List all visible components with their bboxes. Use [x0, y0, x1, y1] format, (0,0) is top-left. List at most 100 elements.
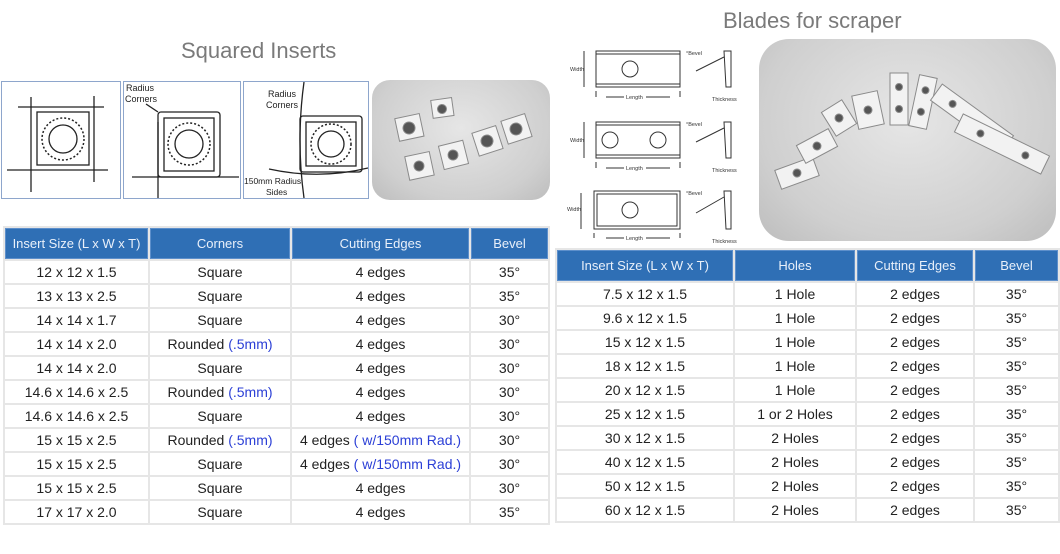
- header-cutting-edges: Cutting Edges: [292, 228, 469, 259]
- cell-bevel: 35°: [975, 475, 1058, 497]
- corners-value: Square: [197, 264, 243, 280]
- 150mm-radius-label: 150mm Radius: [244, 176, 301, 186]
- corners-value: Square: [197, 456, 243, 472]
- corners-value: Rounded: [167, 432, 225, 448]
- width-label: Width: [567, 207, 581, 213]
- cell-insert-size: 13 x 13 x 2.5: [5, 285, 148, 307]
- radius-corner-drawing: Radius Corners: [125, 83, 239, 198]
- cell-bevel: 35°: [975, 403, 1058, 425]
- table-row: 12 x 12 x 1.5 Square 4 edges 35°: [5, 261, 548, 283]
- squared-inserts-photo: [372, 80, 550, 200]
- cell-cutting-edges: 4 edges: [292, 381, 469, 403]
- cell-cutting-edges: 2 edges: [857, 475, 973, 497]
- table-row: 14.6 x 14.6 x 2.5 Rounded (.5mm) 4 edges 30…: [5, 381, 548, 403]
- header-bevel: Bevel: [471, 228, 548, 259]
- cell-insert-size: 14.6 x 14.6 x 2.5: [5, 381, 148, 403]
- cell-insert-size: 50 x 12 x 1.5: [557, 475, 733, 497]
- cell-insert-size: 9.6 x 12 x 1.5: [557, 307, 733, 329]
- corners-value: Rounded: [167, 384, 225, 400]
- cell-cutting-edges: 4 edges: [292, 285, 469, 307]
- table-row: 15 x 15 x 2.5 Square 4 edges 30°: [5, 477, 548, 499]
- cell-bevel: 35°: [975, 427, 1058, 449]
- cell-cutting-edges: 4 edges: [292, 309, 469, 331]
- diagram-square-corners: [1, 81, 121, 199]
- cell-bevel: 30°: [471, 309, 548, 331]
- edges-value: 4 edges: [355, 312, 406, 328]
- cell-cutting-edges: 2 edges: [857, 499, 973, 521]
- cell-holes: 2 Holes: [735, 427, 855, 449]
- diagram-radius-corners-sides: Radius Corners 150mm Radius Sides: [243, 81, 369, 199]
- table-row: 14 x 14 x 2.0 Rounded (.5mm) 4 edges 30°: [5, 333, 548, 355]
- header-bevel: Bevel: [975, 250, 1058, 281]
- corners-note: (.5mm): [228, 432, 273, 448]
- sides-label: Sides: [266, 187, 287, 197]
- cell-bevel: 35°: [975, 307, 1058, 329]
- cell-bevel: 35°: [471, 285, 548, 307]
- blades-photo: [759, 39, 1056, 241]
- blades-photo-drawing: [774, 72, 1051, 190]
- table-row: 14 x 14 x 1.7 Square 4 edges 30°: [5, 309, 548, 331]
- cell-corners: Square: [150, 477, 290, 499]
- bevel-label: °Bevel: [686, 51, 702, 57]
- cell-corners: Rounded (.5mm): [150, 333, 290, 355]
- table-header-row: Insert Size (L x W x T) Holes Cutting Ed…: [557, 250, 1058, 281]
- table-row: 15 x 12 x 1.5 1 Hole 2 edges 35°: [557, 331, 1058, 353]
- blades-table: Insert Size (L x W x T) Holes Cutting Ed…: [555, 248, 1060, 523]
- radius-sides-drawing: Radius Corners 150mm Radius Sides: [244, 81, 369, 199]
- cell-insert-size: 20 x 12 x 1.5: [557, 379, 733, 401]
- cell-bevel: 35°: [471, 261, 548, 283]
- cell-insert-size: 7.5 x 12 x 1.5: [557, 283, 733, 305]
- edges-value: 4 edges: [355, 288, 406, 304]
- cell-holes: 1 Hole: [735, 355, 855, 377]
- corners-value: Square: [197, 480, 243, 496]
- cell-insert-size: 14 x 14 x 2.0: [5, 357, 148, 379]
- length-label: Length: [626, 166, 643, 172]
- edges-value: 4 edges: [355, 360, 406, 376]
- cell-holes: 2 Holes: [735, 499, 855, 521]
- cell-bevel: 30°: [471, 429, 548, 451]
- cell-insert-size: 60 x 12 x 1.5: [557, 499, 733, 521]
- cell-cutting-edges: 2 edges: [857, 283, 973, 305]
- table-row: 9.6 x 12 x 1.5 1 Hole 2 edges 35°: [557, 307, 1058, 329]
- table-row: 13 x 13 x 2.5 Square 4 edges 35°: [5, 285, 548, 307]
- radius-label: Radius: [268, 89, 297, 99]
- cell-insert-size: 14.6 x 14.6 x 2.5: [5, 405, 148, 427]
- cell-bevel: 30°: [471, 453, 548, 475]
- thickness-label: Thickness: [712, 239, 737, 245]
- corners-value: Square: [197, 288, 243, 304]
- table-row: 17 x 17 x 2.0 Square 4 edges 35°: [5, 501, 548, 523]
- edges-value: 4 edges: [355, 504, 406, 520]
- corners-note: (.5mm): [228, 336, 273, 352]
- inserts-photo-drawing: [394, 97, 533, 181]
- table-row: 50 x 12 x 1.5 2 Holes 2 edges 35°: [557, 475, 1058, 497]
- cell-insert-size: 40 x 12 x 1.5: [557, 451, 733, 473]
- cell-cutting-edges: 2 edges: [857, 451, 973, 473]
- cell-cutting-edges: 2 edges: [857, 379, 973, 401]
- corners-note: (.5mm): [228, 384, 273, 400]
- cell-bevel: 35°: [975, 379, 1058, 401]
- width-label: Width: [570, 67, 584, 73]
- table-row: 25 x 12 x 1.5 1 or 2 Holes 2 edges 35°: [557, 403, 1058, 425]
- cell-corners: Square: [150, 405, 290, 427]
- blades-title: Blades for scraper: [723, 8, 902, 33]
- header-cutting-edges: Cutting Edges: [857, 250, 973, 281]
- corners-value: Square: [197, 408, 243, 424]
- table-header-row: Insert Size (L x W x T) Corners Cutting …: [5, 228, 548, 259]
- diagram-radius-corners: Radius Corners: [123, 81, 241, 199]
- cell-cutting-edges: 2 edges: [857, 307, 973, 329]
- edges-note: ( w/150mm Rad.): [353, 456, 462, 472]
- cell-holes: 1 Hole: [735, 307, 855, 329]
- cell-bevel: 30°: [471, 381, 548, 403]
- cell-insert-size: 14 x 14 x 2.0: [5, 333, 148, 355]
- cell-holes: 2 Holes: [735, 475, 855, 497]
- radius-label: Radius: [126, 83, 155, 93]
- table-row: 15 x 15 x 2.5 Rounded (.5mm) 4 edges ( w/1…: [5, 429, 548, 451]
- cell-bevel: 30°: [471, 357, 548, 379]
- squared-inserts-table: Insert Size (L x W x T) Corners Cutting …: [3, 226, 550, 525]
- cell-insert-size: 15 x 15 x 2.5: [5, 453, 148, 475]
- blade-diagrams-drawing: Width Length °Bevel Thickness Width Leng…: [567, 50, 737, 245]
- cell-corners: Square: [150, 453, 290, 475]
- corners-label: Corners: [125, 94, 158, 104]
- edges-value: 4 edges: [299, 456, 350, 472]
- cell-cutting-edges: 4 edges: [292, 405, 469, 427]
